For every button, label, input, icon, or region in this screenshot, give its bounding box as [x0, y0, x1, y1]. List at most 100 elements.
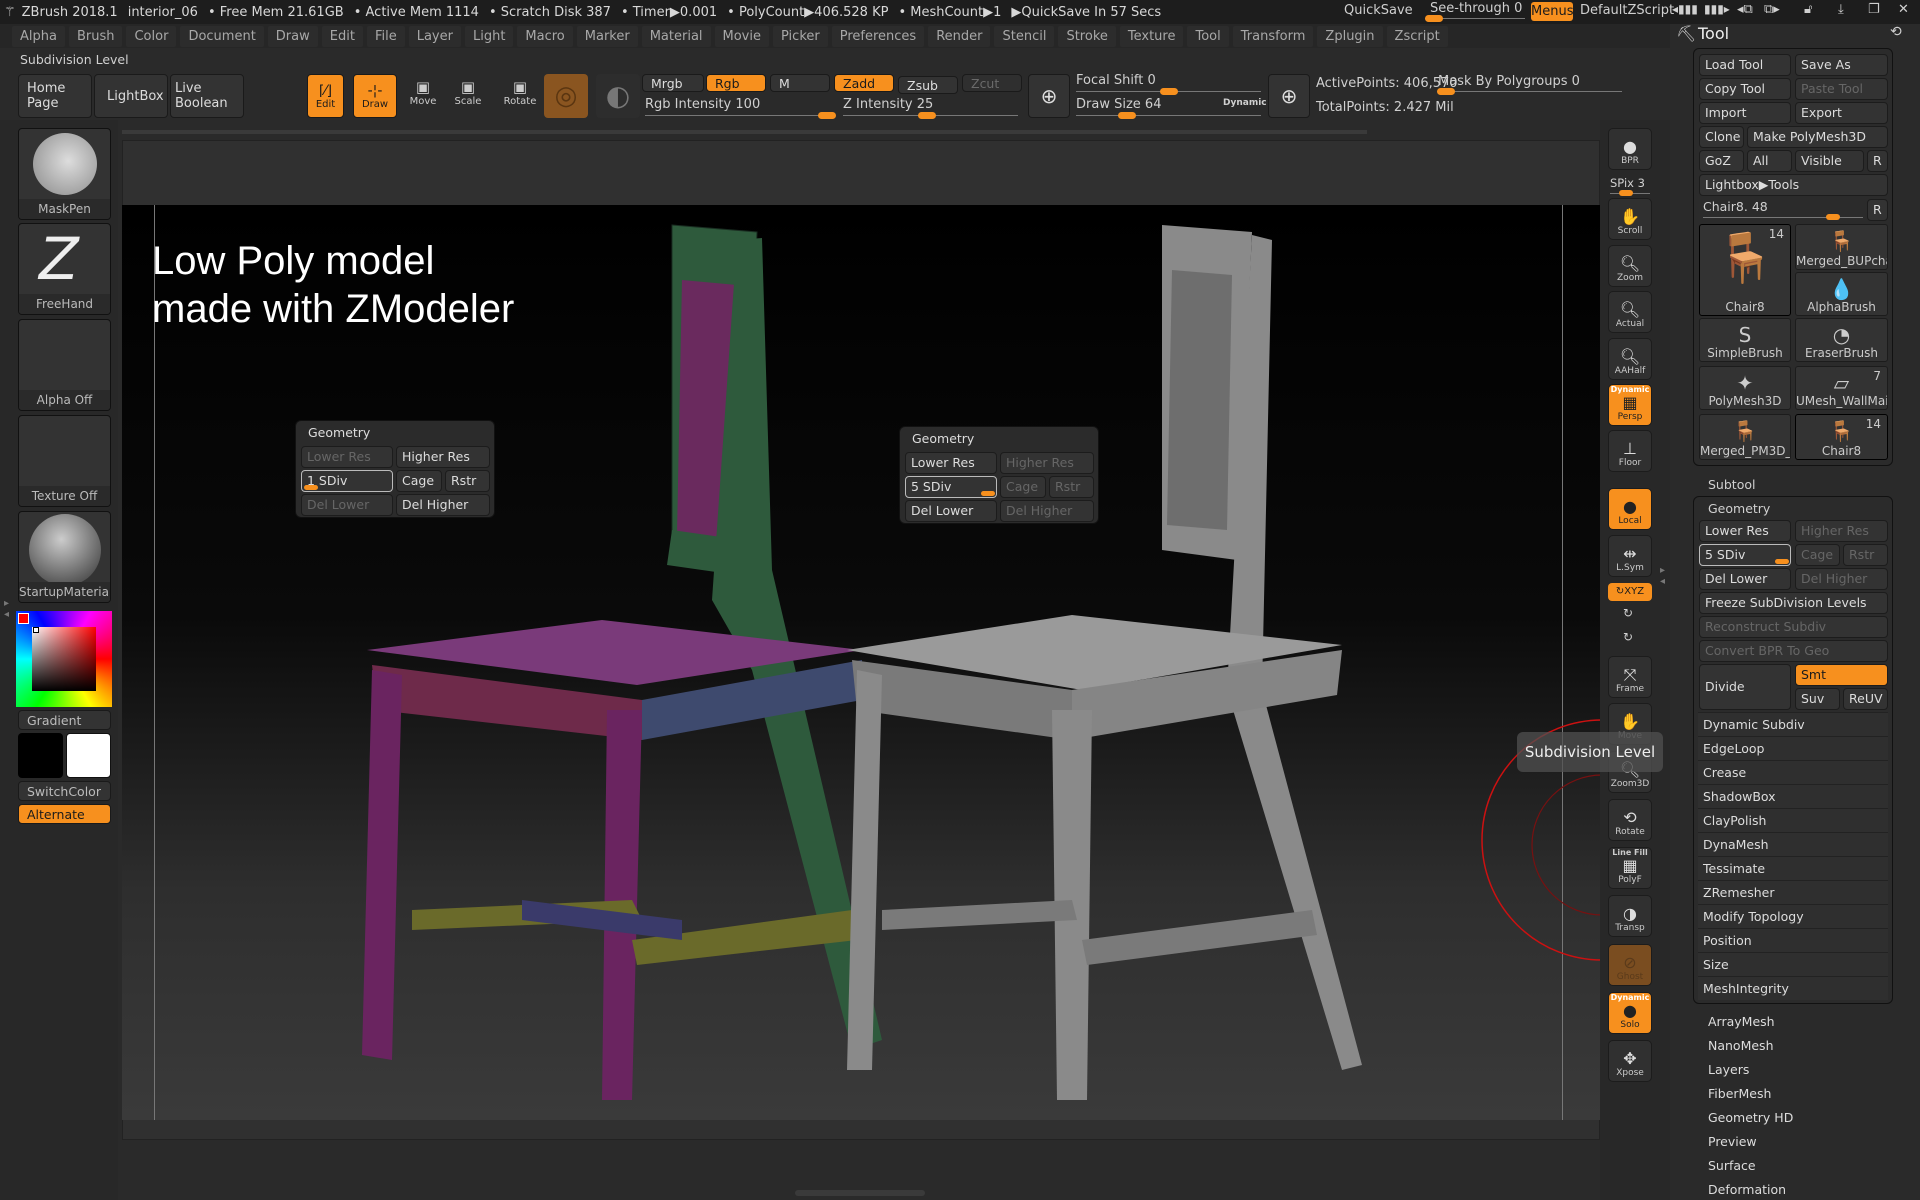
- rgb-button[interactable]: Rgb: [706, 74, 766, 92]
- sdiv-slider[interactable]: 1 SDiv: [301, 470, 393, 492]
- frame-button[interactable]: ⤧ Frame: [1608, 656, 1652, 698]
- higher-res-button[interactable]: Higher Res: [396, 446, 490, 468]
- edit-button[interactable]: ⌈⁄⌋ Edit: [307, 74, 344, 118]
- brush-selector[interactable]: MaskPen: [18, 128, 111, 220]
- mask-by-polygroups[interactable]: Mask By Polygroups 0: [1438, 74, 1580, 89]
- focal-shift-knob[interactable]: [1160, 88, 1178, 95]
- tool-thumbnail[interactable]: ✦ PolyMesh3D: [1699, 366, 1791, 410]
- scale-button[interactable]: ▣ Scale: [450, 78, 486, 118]
- menu-movie[interactable]: Movie: [714, 25, 769, 47]
- geometry-subsection-tessimate[interactable]: Tessimate: [1698, 856, 1888, 880]
- divide-button[interactable]: Divide: [1699, 664, 1791, 710]
- geometry-subsection-claypolish[interactable]: ClayPolish: [1698, 808, 1888, 832]
- zbrush-sphere-icon[interactable]: ◐: [596, 74, 640, 118]
- goz-button[interactable]: GoZ: [1699, 150, 1744, 172]
- floor-button[interactable]: ⊥ Floor: [1608, 430, 1652, 472]
- menu-brush[interactable]: Brush: [68, 25, 123, 47]
- rstr-button[interactable]: Rstr: [1049, 476, 1094, 498]
- mask-by-polygroups-slider[interactable]: [1437, 91, 1622, 92]
- alternate-button[interactable]: Alternate: [18, 804, 111, 824]
- menu-layer[interactable]: Layer: [408, 25, 461, 47]
- menu-light[interactable]: Light: [464, 25, 514, 47]
- load-tool-button[interactable]: Load Tool: [1699, 54, 1791, 76]
- horizontal-scrollbar[interactable]: [122, 130, 1367, 134]
- make-polymesh3d-button[interactable]: Make PolyMesh3D: [1747, 126, 1888, 148]
- menu-tool[interactable]: Tool: [1187, 25, 1229, 47]
- sdiv-knob[interactable]: [981, 491, 995, 496]
- primary-color-swatch[interactable]: [18, 733, 63, 778]
- zoom-button[interactable]: 🔍︎ Zoom: [1608, 245, 1652, 287]
- tool-r-button[interactable]: R: [1867, 199, 1888, 221]
- menu-render[interactable]: Render: [928, 25, 991, 47]
- tool-section-nanomesh[interactable]: NanoMesh: [1708, 1038, 1774, 1053]
- lower-res-button[interactable]: Lower Res: [905, 452, 997, 474]
- gradient-button[interactable]: Gradient: [18, 710, 111, 730]
- menu-file[interactable]: File: [366, 25, 405, 47]
- solo-button[interactable]: Dynamic ● Solo: [1608, 992, 1652, 1034]
- menu-marker[interactable]: Marker: [576, 25, 638, 47]
- z-intensity-knob[interactable]: [918, 112, 936, 119]
- del-higher-button[interactable]: Del Higher: [1795, 568, 1888, 590]
- menu-preferences[interactable]: Preferences: [831, 25, 925, 47]
- tool-section-surface[interactable]: Surface: [1708, 1158, 1756, 1173]
- rgb-intensity[interactable]: Rgb Intensity 100: [645, 97, 760, 112]
- transp-button[interactable]: ◑ Transp: [1608, 895, 1652, 937]
- menu-alpha[interactable]: Alpha: [12, 25, 65, 47]
- right-tray-collapse-icon[interactable]: ▸ ◂: [1660, 565, 1665, 587]
- sdiv-slider[interactable]: 5 SDiv: [1699, 544, 1791, 566]
- zsub-button[interactable]: Zsub: [898, 76, 958, 94]
- del-lower-button[interactable]: Del Lower: [905, 500, 997, 522]
- draw-size-slider[interactable]: [1076, 115, 1261, 116]
- tool-section-layers[interactable]: Layers: [1708, 1062, 1749, 1077]
- shrink-tray-icon[interactable]: ◂▮▮▮: [1672, 2, 1698, 16]
- copy-tool-button[interactable]: Copy Tool: [1699, 78, 1791, 100]
- rgb-intensity-knob[interactable]: [818, 112, 836, 119]
- menu-stencil[interactable]: Stencil: [994, 25, 1055, 47]
- higher-res-button[interactable]: Higher Res: [1000, 452, 1094, 474]
- dynamic-brush-size-toggle[interactable]: Dynamic: [1223, 98, 1267, 108]
- convert-bpr-to-geo-button[interactable]: Convert BPR To Geo: [1699, 640, 1888, 662]
- layout-next-icon[interactable]: ⧉▸: [1764, 2, 1780, 17]
- sdiv-slider[interactable]: 5 SDiv: [905, 476, 997, 498]
- geometry-subsection-zremesher[interactable]: ZRemesher: [1698, 880, 1888, 904]
- suv-toggle[interactable]: Suv: [1795, 688, 1840, 710]
- stroke-selector[interactable]: Z FreeHand: [18, 223, 111, 315]
- menu-macro[interactable]: Macro: [517, 25, 573, 47]
- freeze-subdivision-levels-button[interactable]: Freeze SubDivision Levels: [1699, 592, 1888, 614]
- scroll-button[interactable]: ✋ Scroll: [1608, 198, 1652, 240]
- goz-all-button[interactable]: All: [1747, 150, 1792, 172]
- cage-button[interactable]: Cage: [1000, 476, 1046, 498]
- m-button[interactable]: M: [770, 74, 830, 92]
- smt-toggle[interactable]: Smt: [1795, 664, 1888, 686]
- menu-edit[interactable]: Edit: [321, 25, 363, 47]
- bpr-button[interactable]: ● BPR: [1608, 128, 1652, 170]
- menu-zplugin[interactable]: Zplugin: [1317, 25, 1383, 47]
- xyz-rotate-button[interactable]: ↻XYZ: [1608, 583, 1652, 601]
- reset-palette-icon[interactable]: ⟲: [1890, 24, 1902, 40]
- mrgb-button[interactable]: Mrgb: [642, 74, 704, 92]
- higher-res-button[interactable]: Higher Res: [1795, 520, 1888, 542]
- rstr-button[interactable]: Rstr: [445, 470, 490, 492]
- import-button[interactable]: Import: [1699, 102, 1791, 124]
- rgb-intensity-slider[interactable]: [645, 115, 830, 116]
- geometry-section-title[interactable]: Geometry: [1708, 501, 1770, 516]
- left-tray-collapse-icon[interactable]: ▸ ◂: [4, 598, 9, 620]
- ghost-button[interactable]: ⊘ Ghost: [1608, 944, 1652, 986]
- bottom-tray-handle[interactable]: [795, 1190, 925, 1196]
- sculptris-pro-s-icon[interactable]: ⊕: [1028, 74, 1070, 118]
- reuv-toggle[interactable]: ReUV: [1843, 688, 1888, 710]
- layout-prev-icon[interactable]: ◂⧉: [1737, 2, 1753, 17]
- sdiv-knob[interactable]: [1775, 559, 1789, 564]
- goz-visible-button[interactable]: Visible: [1795, 150, 1864, 172]
- restore-icon[interactable]: ❐: [1868, 2, 1880, 17]
- live-boolean-button[interactable]: Live Boolean: [170, 74, 244, 118]
- local-button[interactable]: ● Local: [1608, 488, 1652, 530]
- tool-thumbnail[interactable]: 🪑 Chair8 14: [1699, 224, 1791, 316]
- menu-draw[interactable]: Draw: [267, 25, 318, 47]
- rstr-button[interactable]: Rstr: [1843, 544, 1888, 566]
- tool-section-geometry-hd[interactable]: Geometry HD: [1708, 1110, 1793, 1125]
- tool-thumbnail[interactable]: 💧 AlphaBrush: [1795, 272, 1888, 316]
- color-cursor[interactable]: [33, 627, 39, 633]
- tool-slider-knob[interactable]: [1826, 214, 1840, 220]
- viewport[interactable]: Low Poly model made with ZModeler Geomet…: [122, 205, 1602, 1120]
